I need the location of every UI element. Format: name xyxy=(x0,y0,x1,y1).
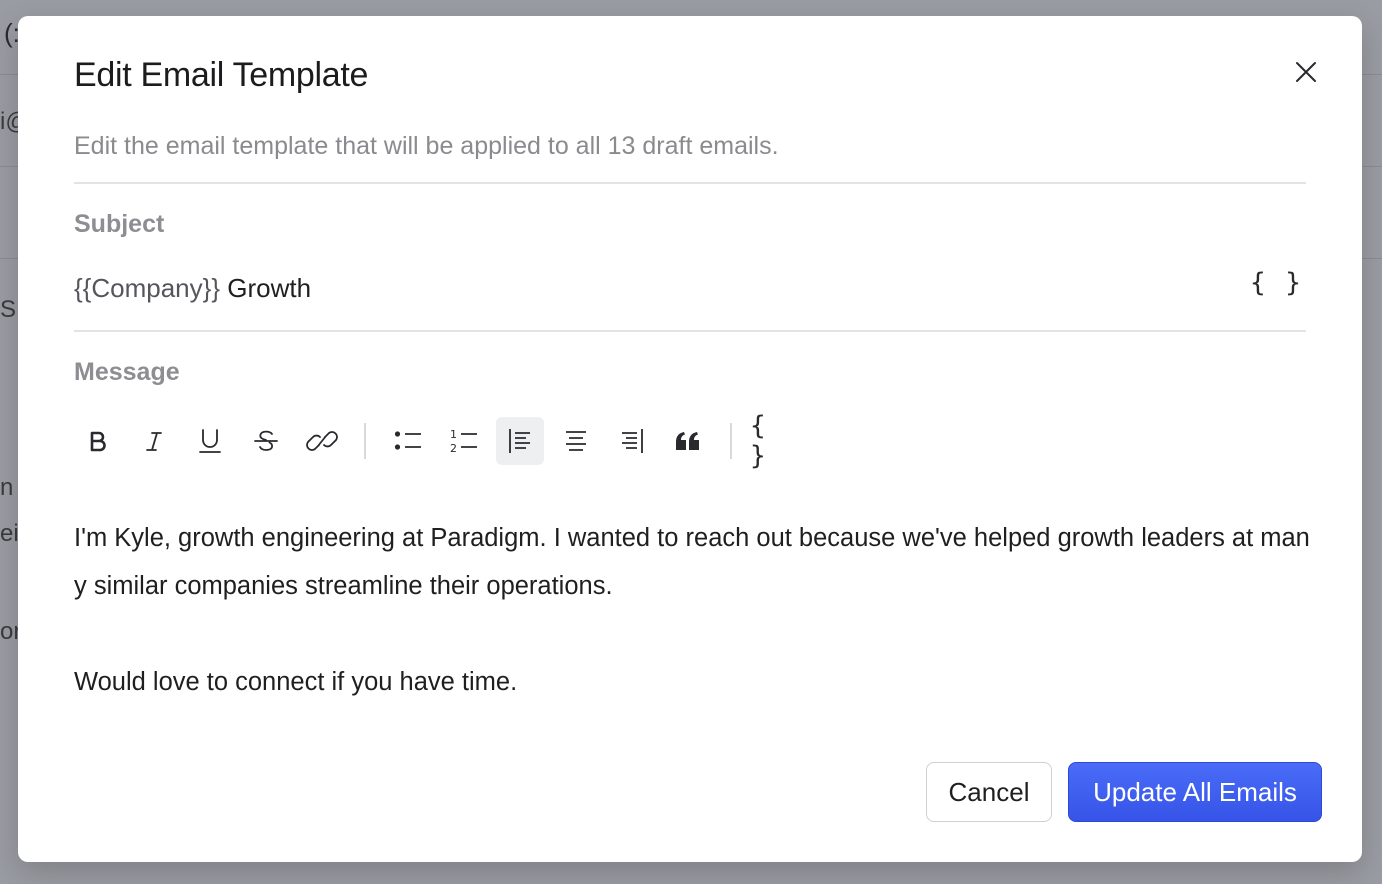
numbered-list-icon: 1 2 xyxy=(450,428,477,454)
subject-label: Subject xyxy=(74,210,165,238)
insert-variable-icon: { } xyxy=(750,411,768,471)
align-center-icon xyxy=(566,431,586,451)
align-left-icon xyxy=(509,429,530,453)
italic-button[interactable] xyxy=(130,417,178,465)
bullet-list-button[interactable] xyxy=(384,417,432,465)
cancel-button[interactable]: Cancel xyxy=(926,762,1052,822)
strikethrough-button[interactable] xyxy=(242,417,290,465)
update-all-emails-button[interactable]: Update All Emails xyxy=(1068,762,1322,822)
bg-text-fragment: ei xyxy=(0,520,19,547)
bg-text-fragment: S xyxy=(0,296,17,323)
bg-text-fragment: n xyxy=(0,474,14,501)
formatting-toolbar: 1 2 { } xyxy=(74,411,806,471)
subject-variable-token: {{Company}} xyxy=(74,272,221,303)
svg-text:2: 2 xyxy=(450,442,457,454)
bold-icon xyxy=(90,431,106,452)
bullet-list-icon xyxy=(394,431,421,450)
italic-icon xyxy=(146,432,162,451)
align-right-icon xyxy=(622,429,643,453)
subject-insert-variable-button[interactable]: { } xyxy=(1250,268,1303,298)
subject-text: Growth xyxy=(220,272,312,303)
dialog-description: Edit the email template that will be app… xyxy=(74,132,779,160)
edit-email-template-dialog: Edit Email Template Edit the email templ… xyxy=(18,16,1362,862)
blockquote-button[interactable] xyxy=(664,417,712,465)
strikethrough-icon xyxy=(254,430,278,451)
dialog-title: Edit Email Template xyxy=(74,56,369,94)
toolbar-separator xyxy=(730,423,732,459)
message-paragraph: Would love to connect if you have time. xyxy=(74,668,518,696)
subject-divider xyxy=(74,330,1306,332)
numbered-list-button[interactable]: 1 2 xyxy=(440,417,488,465)
toolbar-separator xyxy=(364,423,366,459)
underline-button[interactable] xyxy=(186,417,234,465)
message-label: Message xyxy=(74,358,180,386)
header-divider xyxy=(74,182,1306,184)
message-blank-line xyxy=(74,610,1314,658)
close-icon xyxy=(1296,62,1316,82)
subject-input[interactable]: {{Company}} Growth xyxy=(74,266,1306,310)
link-button[interactable] xyxy=(298,417,346,465)
insert-variable-button[interactable]: { } xyxy=(750,411,798,471)
align-right-button[interactable] xyxy=(608,417,656,465)
align-center-button[interactable] xyxy=(552,417,600,465)
blockquote-icon xyxy=(676,432,699,450)
close-button[interactable] xyxy=(1290,56,1322,88)
underline-icon xyxy=(199,429,221,453)
align-left-button[interactable] xyxy=(496,417,544,465)
link-icon xyxy=(306,431,338,451)
message-editor[interactable]: I'm Kyle, growth engineering at Paradigm… xyxy=(74,514,1314,706)
message-paragraph: I'm Kyle, growth engineering at Paradigm… xyxy=(74,524,1310,600)
svg-text:1: 1 xyxy=(450,428,457,441)
bold-button[interactable] xyxy=(74,417,122,465)
